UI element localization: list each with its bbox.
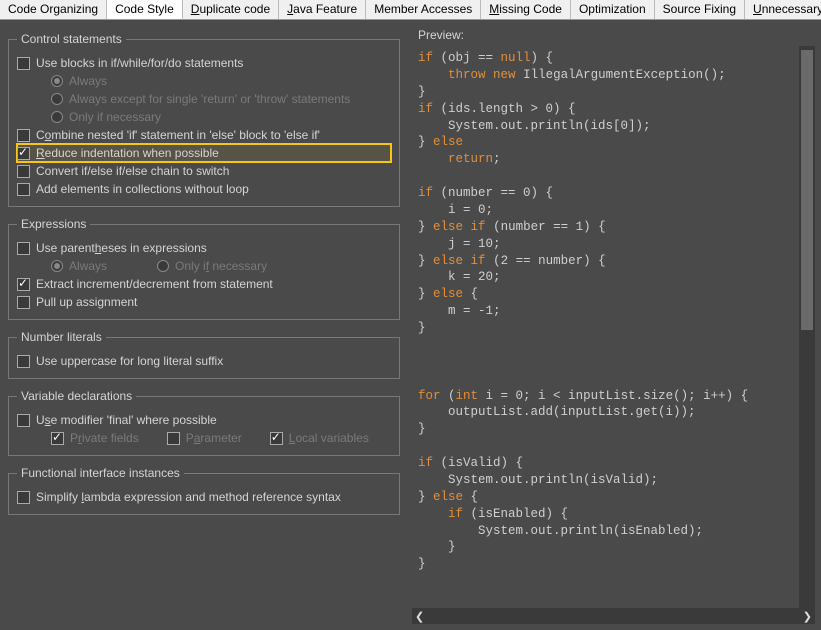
radio-except <box>51 93 63 105</box>
preview-pane: Preview: if (obj == null) { throw new Il… <box>412 26 815 624</box>
tab-source-fixing[interactable]: Source Fixing <box>655 0 745 19</box>
final-checkbox[interactable] <box>17 414 30 427</box>
paren-label: Use parentheses in expressions <box>36 241 207 255</box>
extract-inc-label: Extract increment/decrement from stateme… <box>36 277 273 291</box>
scroll-right-icon[interactable]: ❯ <box>803 610 812 623</box>
group-variable-declarations: Variable declarations Use modifier 'fina… <box>8 389 400 456</box>
radio-paren-only-label: Only if necessary <box>175 259 267 273</box>
preview-label: Preview: <box>412 26 815 46</box>
tab-member-accesses[interactable]: Member Accesses <box>366 0 481 19</box>
tabbar: Code OrganizingCode StyleDuplicate codeJ… <box>0 0 821 20</box>
uppercase-suffix-label: Use uppercase for long literal suffix <box>36 354 223 368</box>
use-blocks-checkbox[interactable] <box>17 57 30 70</box>
pull-assign-checkbox[interactable] <box>17 296 30 309</box>
add-elements-checkbox[interactable] <box>17 183 30 196</box>
scroll-left-icon[interactable]: ❮ <box>415 610 424 623</box>
radio-except-label: Always except for single 'return' or 'th… <box>69 92 350 106</box>
uppercase-suffix-checkbox[interactable] <box>17 355 30 368</box>
radio-only-if <box>51 111 63 123</box>
add-elements-label: Add elements in collections without loop <box>36 182 249 196</box>
group-legend: Number literals <box>17 330 106 344</box>
group-expressions: Expressions Use parentheses in expressio… <box>8 217 400 320</box>
radio-paren-always-label: Always <box>69 259 107 273</box>
combine-nested-checkbox[interactable] <box>17 129 30 142</box>
tab-duplicate-code[interactable]: Duplicate code <box>183 0 279 19</box>
preview-code: if (obj == null) { throw new IllegalArgu… <box>412 46 799 608</box>
use-blocks-label: Use blocks in if/while/for/do statements <box>36 56 243 70</box>
tab-java-feature[interactable]: Java Feature <box>279 0 366 19</box>
private-fields-checkbox <box>51 432 64 445</box>
convert-switch-label: Convert if/else if/else chain to switch <box>36 164 229 178</box>
tab-unnecessary-code[interactable]: Unnecessary Code <box>745 0 821 19</box>
radio-paren-only <box>157 260 169 272</box>
radio-always <box>51 75 63 87</box>
group-control-statements: Control statements Use blocks in if/whil… <box>8 32 400 207</box>
reduce-indent-checkbox[interactable] <box>17 147 30 160</box>
final-label: Use modifier 'final' where possible <box>36 413 217 427</box>
reduce-indent-label: Reduce indentation when possible <box>36 146 219 160</box>
simplify-lambda-label: Simplify lambda expression and method re… <box>36 490 341 504</box>
pull-assign-label: Pull up assignment <box>36 295 137 309</box>
combine-nested-label: Combine nested 'if' statement in 'else' … <box>36 128 320 142</box>
parameter-label: Parameter <box>186 431 242 445</box>
group-legend: Variable declarations <box>17 389 136 403</box>
group-legend: Expressions <box>17 217 90 231</box>
horizontal-scrollbar[interactable]: ❮ ❯ <box>412 608 815 624</box>
private-fields-label: Private fields <box>70 431 139 445</box>
parameter-checkbox <box>167 432 180 445</box>
group-functional-interface: Functional interface instances Simplify … <box>8 466 400 515</box>
group-legend: Control statements <box>17 32 126 46</box>
group-legend: Functional interface instances <box>17 466 184 480</box>
tab-code-style[interactable]: Code Style <box>107 0 183 19</box>
tab-optimization[interactable]: Optimization <box>571 0 655 19</box>
simplify-lambda-checkbox[interactable] <box>17 491 30 504</box>
paren-checkbox[interactable] <box>17 242 30 255</box>
local-vars-checkbox <box>270 432 283 445</box>
radio-only-if-label: Only if necessary <box>69 110 161 124</box>
tab-missing-code[interactable]: Missing Code <box>481 0 571 19</box>
vertical-scrollbar[interactable] <box>799 46 815 608</box>
radio-always-label: Always <box>69 74 107 88</box>
radio-paren-always <box>51 260 63 272</box>
settings-pane: Control statements Use blocks in if/whil… <box>6 26 406 624</box>
local-vars-label: Local variables <box>289 431 369 445</box>
group-number-literals: Number literals Use uppercase for long l… <box>8 330 400 379</box>
convert-switch-checkbox[interactable] <box>17 165 30 178</box>
tab-code-organizing[interactable]: Code Organizing <box>0 0 107 19</box>
extract-inc-checkbox[interactable] <box>17 278 30 291</box>
